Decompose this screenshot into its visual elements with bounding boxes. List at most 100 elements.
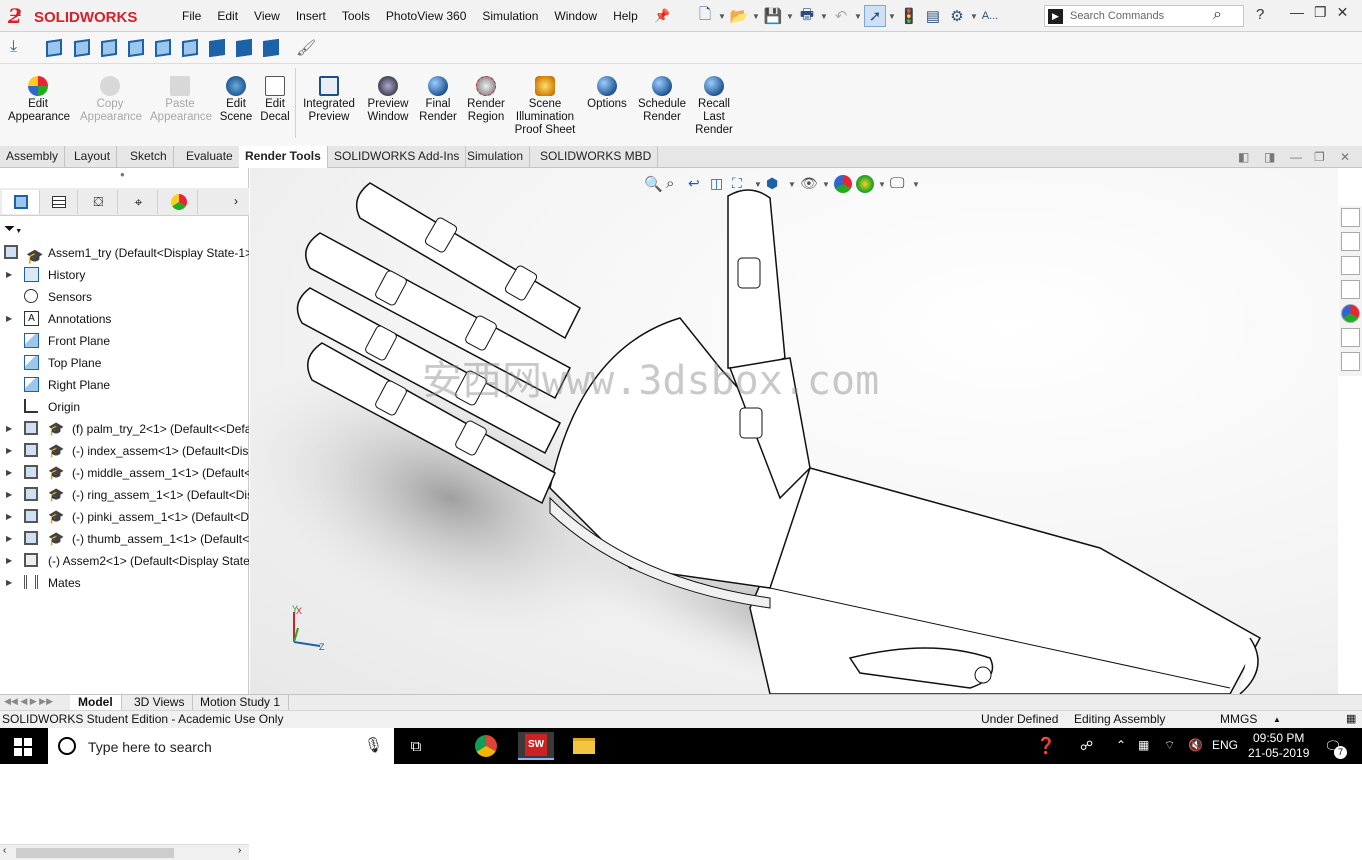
view-bottom-icon[interactable]	[180, 38, 200, 58]
tree-item[interactable]: ▶ 🎓 (-) ring_assem_1<1> (Default<Dis	[0, 484, 249, 506]
tree-filter[interactable]: ⏷▼	[4, 220, 246, 240]
home-icon[interactable]	[1341, 208, 1360, 227]
tree-item[interactable]: Front Plane	[0, 330, 249, 352]
view-palette-icon[interactable]	[1341, 280, 1360, 299]
tree-item[interactable]: ▶ 🎓 (-) pinki_assem_1<1> (Default<D	[0, 506, 249, 528]
view-orientation-icon[interactable]: ⬢	[766, 175, 784, 193]
edit-appearance-hud-icon[interactable]	[834, 175, 852, 193]
edit-decal-button[interactable]: Edit Decal	[258, 76, 292, 124]
menu-help[interactable]: Help	[605, 0, 646, 32]
featuremanager-tab-icon[interactable]	[2, 190, 40, 214]
solidworks-logo[interactable]: ƻ SOLIDWORKS	[8, 4, 156, 28]
network-icon[interactable]: ▦	[1138, 738, 1149, 752]
view-front-icon[interactable]	[44, 38, 64, 58]
tree-item[interactable]: ▶ 🎓 (-) thumb_assem_1<1> (Default<	[0, 528, 249, 550]
forum-icon[interactable]	[1341, 352, 1360, 371]
robotic-hand-model[interactable]: 安西网www.3dsbox.com	[250, 168, 1338, 694]
chevron-down-icon[interactable]: ▼	[878, 180, 886, 189]
customize-status-icon[interactable]: ▦	[1346, 711, 1356, 728]
expand-arrow-icon[interactable]: ▶	[6, 308, 12, 330]
view-dimetric-icon[interactable]	[261, 38, 281, 58]
panel-horizontal-scrollbar[interactable]: ‹ ›	[0, 844, 249, 860]
tree-item[interactable]: Sensors	[0, 286, 249, 308]
minimize-icon[interactable]: —	[1290, 4, 1304, 21]
view-trimetric-icon[interactable]	[234, 38, 254, 58]
paste-appearance-button[interactable]: Paste Appearance	[150, 76, 212, 124]
propertymanager-tab-icon[interactable]	[40, 190, 78, 214]
graphics-area[interactable]: 安西网www.3dsbox.com 🔍 ⌕ ↩ ◫ ⛶ ▼ ⬢ ▼ 👁 ▼ ▼ …	[250, 168, 1338, 694]
menu-window[interactable]: Window	[546, 0, 605, 32]
tab-assembly[interactable]: Assembly	[0, 146, 66, 168]
select-pointer-icon[interactable]: ➚	[864, 5, 886, 27]
scroll-right-icon[interactable]: ›	[238, 845, 241, 856]
design-library-icon[interactable]	[1341, 232, 1360, 251]
viewport-tile-left-icon[interactable]: ◧	[1238, 150, 1249, 164]
previous-view-icon[interactable]: ↩	[688, 175, 706, 193]
print-icon[interactable]: 🖶	[796, 5, 818, 27]
close-icon[interactable]: ✕	[1337, 4, 1349, 21]
viewport-close-icon[interactable]: ✕	[1340, 150, 1350, 164]
chevron-down-icon[interactable]: ▼	[718, 12, 726, 21]
help-tray-icon[interactable]: ❓	[1036, 736, 1056, 756]
undo-icon[interactable]: ↶	[830, 5, 852, 27]
chevron-down-icon[interactable]: ▼	[752, 12, 760, 21]
view-top-icon[interactable]	[153, 38, 173, 58]
tab-evaluate[interactable]: Evaluate	[180, 146, 240, 168]
file-explorer-taskbar-icon[interactable]	[566, 732, 602, 760]
windows-start-icon[interactable]	[14, 738, 32, 756]
apply-scene-icon[interactable]	[856, 175, 874, 193]
zoom-to-area-icon[interactable]: ⌕	[666, 175, 684, 193]
displaymanager-tab-icon[interactable]	[160, 190, 198, 214]
file-explorer-icon[interactable]	[1341, 256, 1360, 275]
volume-muted-icon[interactable]: 🔇	[1188, 738, 1203, 752]
magnifier-icon[interactable]: ⌕	[1213, 6, 1222, 24]
expand-arrow-icon[interactable]: ▶	[6, 440, 12, 462]
language-indicator[interactable]: ENG	[1212, 738, 1238, 752]
chevron-down-icon[interactable]: ▼	[888, 12, 896, 21]
chevron-up-icon[interactable]: ▲	[1273, 711, 1281, 728]
tree-item[interactable]: ▶ 🎓 (f) palm_try_2<1> (Default<<Default	[0, 418, 249, 440]
menu-tools[interactable]: Tools	[334, 0, 378, 32]
viewport-tile-right-icon[interactable]: ◨	[1264, 150, 1275, 164]
pin-menu-icon[interactable]: 📌	[654, 8, 670, 23]
menu-simulation[interactable]: Simulation	[474, 0, 546, 32]
restore-icon[interactable]: ❐	[1314, 4, 1327, 21]
paint-brush-icon[interactable]: 🖌	[296, 38, 316, 58]
view-right-icon[interactable]	[126, 38, 146, 58]
tab-simulation[interactable]: Simulation	[461, 146, 531, 168]
scroll-left-icon[interactable]: ‹	[3, 845, 6, 856]
chevron-up-icon[interactable]: ⌃	[1116, 738, 1126, 752]
chevron-down-icon[interactable]: ▼	[820, 12, 828, 21]
expand-arrow-icon[interactable]: ▶	[6, 550, 12, 572]
chevron-down-icon[interactable]: ▼	[854, 12, 862, 21]
expand-arrow-icon[interactable]: ▶	[6, 528, 12, 550]
microphone-icon[interactable]: 🎙	[364, 736, 383, 754]
tree-item[interactable]: Top Plane	[0, 352, 249, 374]
tree-item[interactable]: ▶ 🎓 (-) middle_assem_1<1> (Default<	[0, 462, 249, 484]
help-icon[interactable]: ?	[1256, 6, 1264, 23]
view-back-icon[interactable]	[72, 38, 92, 58]
menu-photoview[interactable]: PhotoView 360	[378, 0, 475, 32]
edit-appearance-button[interactable]: Edit Appearance	[8, 76, 70, 124]
zoom-to-fit-icon[interactable]: 🔍	[644, 175, 663, 193]
tab-sketch[interactable]: Sketch	[124, 146, 174, 168]
menu-view[interactable]: View	[246, 0, 288, 32]
viewport-minimize-icon[interactable]: —	[1290, 150, 1302, 164]
view-isometric-icon[interactable]	[207, 38, 227, 58]
tree-item[interactable]: ▶ History	[0, 264, 249, 286]
menu-edit[interactable]: Edit	[209, 0, 246, 32]
filter-funnel-icon[interactable]: ⏷	[4, 220, 15, 236]
new-document-icon[interactable]: 🗋	[694, 5, 716, 27]
expand-arrow-icon[interactable]: ▶	[6, 484, 12, 506]
open-folder-icon[interactable]: 📂	[728, 5, 750, 27]
scene-illumination-proof-sheet-button[interactable]: Scene Illumination Proof Sheet	[512, 76, 578, 137]
tree-item[interactable]: Right Plane	[0, 374, 249, 396]
insert-component-arrow-icon[interactable]: ⤓	[10, 38, 30, 58]
viewport-restore-icon[interactable]: ❐	[1314, 150, 1325, 164]
tree-item[interactable]: Origin	[0, 396, 249, 418]
expand-arrow-icon[interactable]: ▶	[6, 418, 12, 440]
tree-item[interactable]: ▶ A Annotations	[0, 308, 249, 330]
render-region-button[interactable]: Render Region	[464, 76, 508, 124]
configurationmanager-tab-icon[interactable]: ⛋	[80, 190, 118, 214]
recall-last-render-button[interactable]: Recall Last Render	[694, 76, 734, 137]
